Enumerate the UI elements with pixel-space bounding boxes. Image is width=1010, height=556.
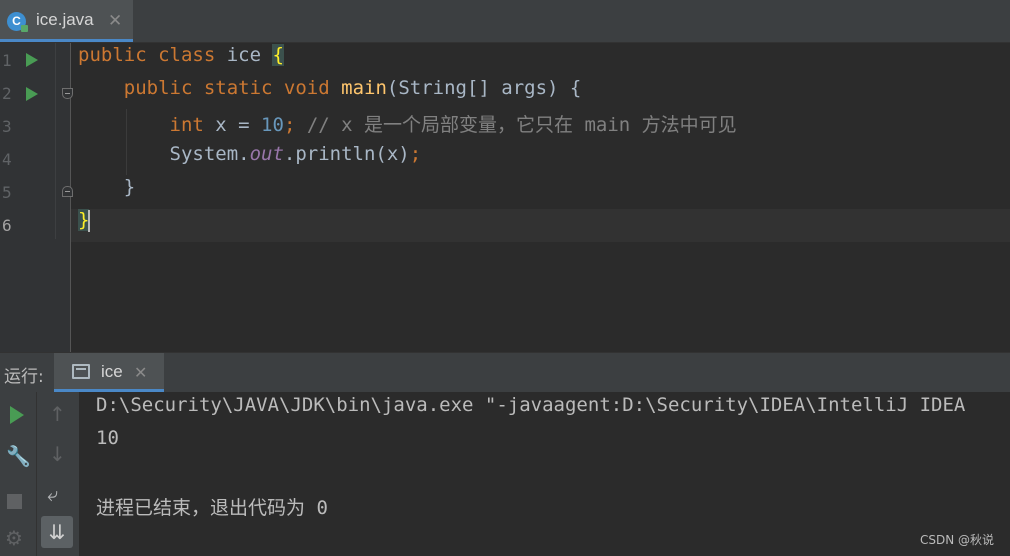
- line-number: 3: [2, 117, 12, 136]
- code-line-3: int x = 10; // x 是一个局部变量，它只在 main 方法中可见: [169, 114, 737, 136]
- code-line-6: }: [78, 209, 91, 232]
- stop-icon[interactable]: [7, 494, 22, 509]
- code-comment: // x 是一个局部变量，它只在 main 方法中可见: [295, 114, 737, 136]
- run-main-gutter-icon[interactable]: [26, 87, 38, 101]
- console-line: 进程已结束，退出代码为 0: [96, 497, 328, 519]
- fold-open-icon[interactable]: [62, 88, 73, 99]
- code-line-4: System.out.println(x);: [169, 143, 422, 165]
- editor-tab-ice-java[interactable]: C ice.java ✕: [0, 0, 133, 42]
- code-line-5: }: [123, 176, 136, 198]
- run-toolbar-primary: 🔧 ⚙: [0, 392, 37, 556]
- code-line-1: public class ice {: [78, 44, 284, 66]
- text-caret: [88, 209, 91, 232]
- editor-tab-label: ice.java: [36, 10, 94, 29]
- wrench-icon[interactable]: 🔧: [6, 444, 31, 468]
- editor-tab-bar: C ice.java ✕: [0, 0, 1010, 43]
- arrow-down-icon[interactable]: ↓: [49, 442, 66, 466]
- run-class-gutter-icon[interactable]: [26, 53, 38, 67]
- editor-gutter: 1 2 3 4 5 6: [0, 43, 73, 352]
- fold-close-icon[interactable]: [62, 186, 73, 197]
- gutter-divider: [55, 43, 56, 239]
- run-tab-ice[interactable]: ice ✕: [54, 353, 164, 392]
- watermark: CSDN @秋说: [919, 533, 994, 547]
- line-number: 5: [2, 183, 12, 202]
- line-number: 4: [2, 150, 12, 169]
- console-line: D:\Security\JAVA\JDK\bin\java.exe "-java…: [96, 394, 966, 416]
- line-number: 2: [2, 84, 12, 103]
- console-line: 10: [96, 427, 119, 449]
- close-run-tab-icon[interactable]: ✕: [134, 363, 147, 382]
- line-number: 6: [2, 216, 12, 235]
- run-tool-window-header: 运行: ice ✕: [0, 352, 1010, 392]
- current-line-highlight: [71, 209, 1010, 242]
- line-number: 1: [2, 51, 12, 70]
- soft-wrap-icon[interactable]: ⤶: [47, 482, 58, 506]
- run-toolbar-secondary: ↑ ↓ ⤶ ⇊: [37, 392, 79, 556]
- console-output[interactable]: D:\Security\JAVA\JDK\bin\java.exe "-java…: [80, 392, 1010, 556]
- rerun-icon[interactable]: [10, 406, 24, 424]
- code-editor[interactable]: 1 2 3 4 5 6 public class ice { public st…: [0, 43, 1010, 352]
- settings-gear-icon[interactable]: ⚙: [5, 526, 23, 550]
- arrow-up-icon[interactable]: ↑: [49, 402, 66, 426]
- code-line-2: public static void main(String[] args) {: [123, 77, 582, 99]
- console-icon: [72, 364, 90, 379]
- scroll-to-end-icon[interactable]: ⇊: [41, 516, 73, 548]
- run-panel-title: 运行:: [4, 367, 44, 387]
- close-tab-icon[interactable]: ✕: [108, 11, 122, 31]
- run-tab-label: ice: [101, 362, 123, 381]
- java-class-icon: C: [7, 12, 28, 32]
